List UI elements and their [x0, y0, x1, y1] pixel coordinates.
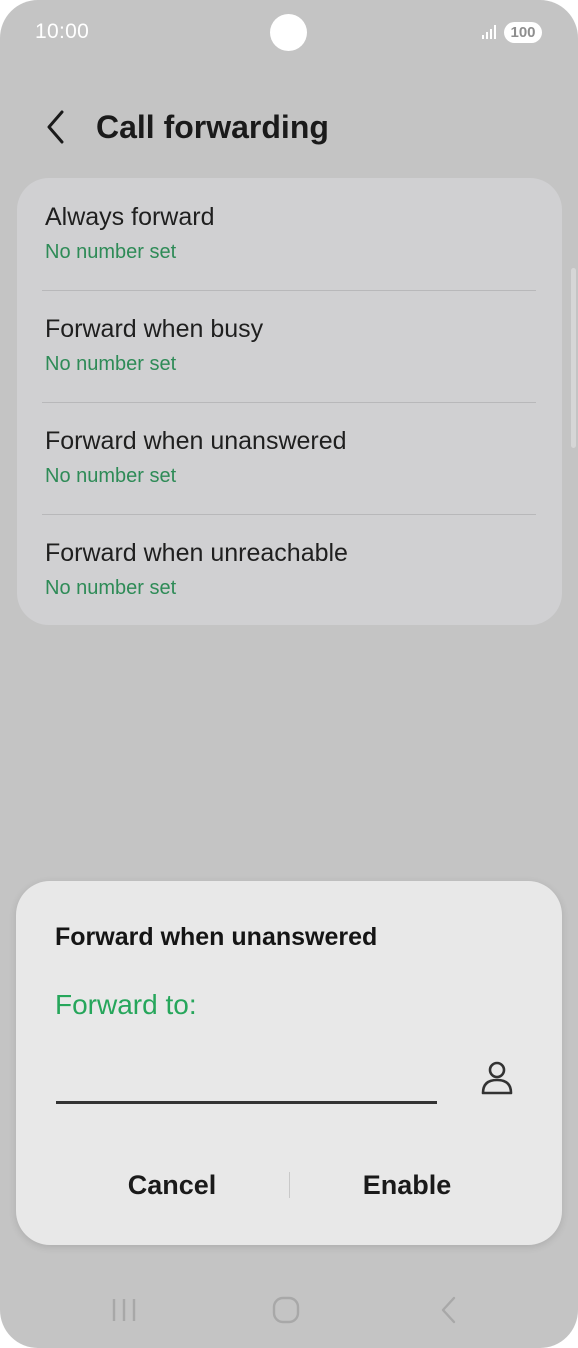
option-forward-when-unreachable[interactable]: Forward when unreachable No number set	[45, 514, 539, 625]
scrollbar[interactable]	[571, 268, 576, 448]
option-forward-when-busy[interactable]: Forward when busy No number set	[45, 290, 539, 401]
option-title: Forward when unanswered	[45, 427, 347, 455]
recents-icon[interactable]	[110, 1294, 140, 1326]
battery-icon: 100	[504, 22, 542, 43]
forward-dialog: Forward when unanswered Forward to: Canc…	[16, 881, 562, 1245]
option-forward-when-unanswered[interactable]: Forward when unanswered No number set	[45, 402, 539, 513]
signal-icon	[482, 25, 496, 39]
phone-screen: 10:00 100 Call forwarding Always forward…	[0, 0, 578, 1348]
option-title: Forward when unreachable	[45, 539, 348, 567]
button-divider	[289, 1172, 290, 1198]
battery-level: 100	[510, 24, 536, 41]
cancel-button[interactable]: Cancel	[57, 1161, 287, 1209]
option-title: Always forward	[45, 203, 215, 231]
back-icon[interactable]	[436, 1294, 462, 1326]
option-title: Forward when busy	[45, 315, 264, 343]
enable-button[interactable]: Enable	[292, 1161, 522, 1209]
back-arrow-icon[interactable]	[40, 106, 74, 148]
option-subtitle: No number set	[45, 465, 177, 487]
forward-to-label: Forward to:	[55, 989, 197, 1020]
forward-number-input[interactable]	[56, 1049, 437, 1104]
status-time: 10:00	[35, 20, 90, 43]
forwarding-options-card: Always forward No number set Forward whe…	[17, 178, 562, 625]
home-icon[interactable]	[270, 1294, 302, 1326]
option-subtitle: No number set	[45, 353, 177, 375]
option-always-forward[interactable]: Always forward No number set	[45, 178, 539, 289]
contact-person-icon[interactable]	[479, 1059, 515, 1097]
option-subtitle: No number set	[45, 577, 177, 599]
front-camera	[270, 14, 307, 51]
option-subtitle: No number set	[45, 241, 177, 263]
page-title: Call forwarding	[96, 109, 329, 145]
dialog-title: Forward when unanswered	[55, 923, 378, 951]
